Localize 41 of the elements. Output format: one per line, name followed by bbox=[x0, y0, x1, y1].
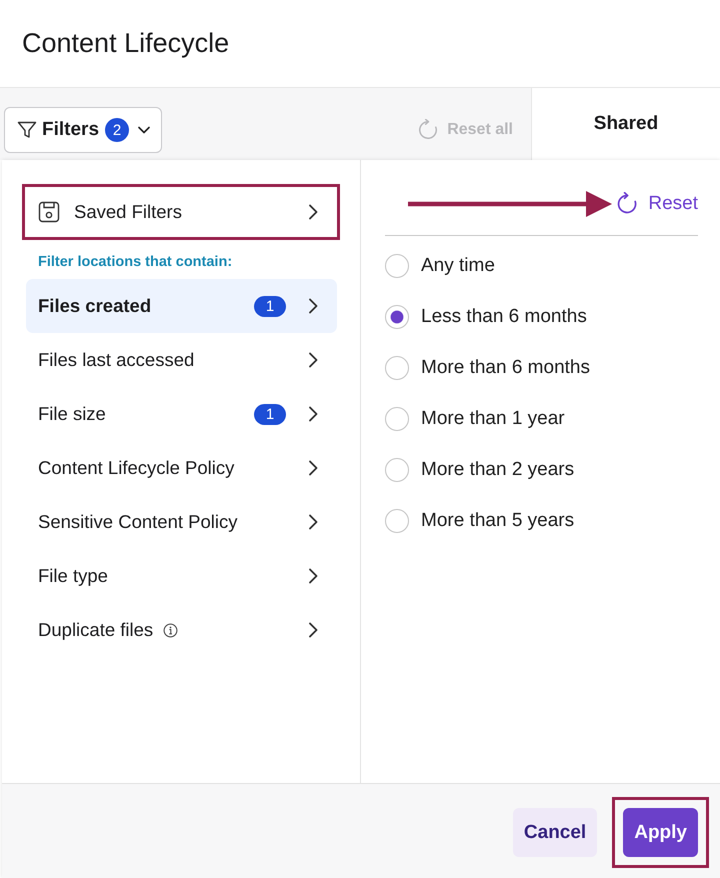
cancel-button[interactable]: Cancel bbox=[512, 808, 598, 857]
filter-category[interactable]: Sensitive Content Policy bbox=[26, 495, 337, 549]
section-heading: Filter locations that contain: bbox=[37, 253, 234, 272]
radio-button[interactable] bbox=[385, 254, 409, 278]
page-title: Content Lifecycle bbox=[22, 28, 230, 59]
radio-button[interactable] bbox=[385, 458, 409, 482]
apply-button[interactable]: Apply bbox=[623, 808, 698, 857]
radio-button[interactable] bbox=[385, 304, 409, 328]
chevron-right-icon bbox=[306, 566, 320, 586]
option-label: Any time bbox=[421, 254, 495, 276]
option-label: More than 2 years bbox=[421, 458, 574, 480]
column-heading: Shared bbox=[594, 113, 658, 135]
radio-button[interactable] bbox=[385, 406, 409, 430]
chevron-right-icon bbox=[306, 620, 320, 640]
chevron-right-icon bbox=[306, 458, 320, 478]
chevron-right-icon bbox=[306, 350, 320, 370]
option-label: More than 1 year bbox=[421, 408, 565, 430]
filter-category[interactable]: Files last accessed bbox=[26, 333, 337, 387]
filter-category[interactable]: File size 1 bbox=[26, 387, 337, 441]
chevron-right-icon bbox=[306, 404, 320, 424]
option-label: More than 5 years bbox=[421, 510, 574, 532]
option-label: Less than 6 months bbox=[421, 306, 587, 328]
filter-category[interactable]: Files created 1 bbox=[26, 279, 337, 333]
filter-category[interactable]: Content Lifecycle Policy bbox=[26, 441, 337, 495]
option-label: More than 6 months bbox=[421, 356, 590, 378]
saved-filters-item[interactable]: Saved Filters bbox=[25, 187, 337, 237]
filter-count: 1 bbox=[254, 296, 286, 316]
filters-button[interactable]: Filters 2 bbox=[4, 107, 162, 153]
radio-button[interactable] bbox=[385, 508, 409, 532]
filter-category[interactable]: File type bbox=[26, 549, 337, 603]
chevron-right-icon bbox=[306, 512, 320, 532]
radio-button[interactable] bbox=[385, 356, 409, 380]
refresh-icon bbox=[417, 119, 440, 141]
chevron-right-icon bbox=[306, 202, 320, 222]
filter-count: 2 bbox=[105, 118, 130, 142]
filter-count: 1 bbox=[254, 404, 286, 424]
refresh-icon bbox=[615, 192, 640, 216]
filter-category[interactable]: Duplicate files bbox=[26, 603, 337, 657]
reset-link[interactable]: Reset bbox=[615, 192, 698, 216]
chevron-right-icon bbox=[306, 296, 320, 316]
filter-icon bbox=[17, 120, 37, 140]
